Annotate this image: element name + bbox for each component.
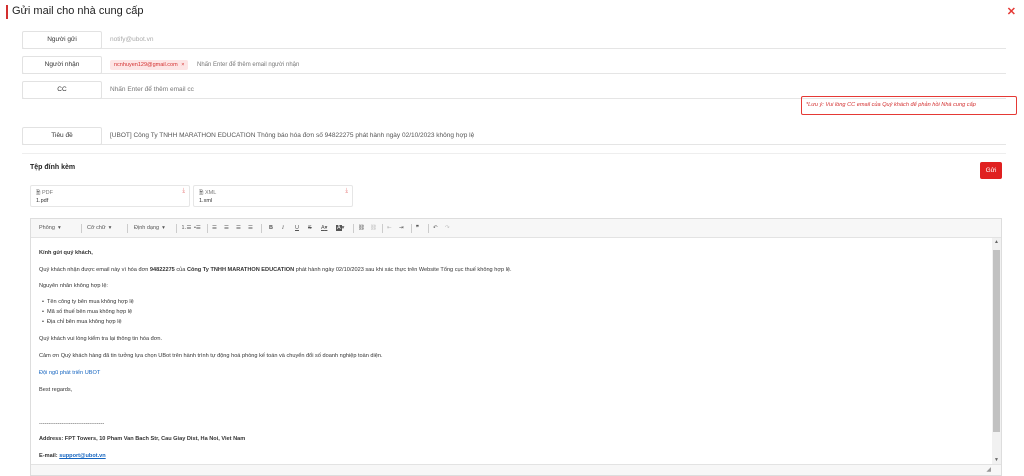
align-center-icon[interactable]: ☰	[224, 219, 229, 238]
list-item: Địa chỉ bên mua không hợp lệ	[42, 319, 122, 325]
align-justify-icon[interactable]: ☰	[248, 219, 253, 238]
address: Address: FPT Towers, 10 Pham Van Bach St…	[39, 436, 246, 442]
list-item: Mã số thuế bên mua không hợp lệ	[42, 309, 132, 315]
align-left-icon[interactable]: ☰	[212, 219, 217, 238]
subject-label: Tiêu đề	[22, 127, 102, 145]
team-signature: Đội ngũ phát triển UBOT	[39, 370, 101, 376]
sender-field[interactable]: notify@ubot.vn	[110, 31, 153, 49]
scroll-down-icon[interactable]: ▼	[993, 457, 1000, 463]
ordered-list-icon[interactable]: ⒈☰	[181, 219, 191, 238]
file-type: 🗎 PDF	[36, 190, 53, 196]
recipient-input[interactable]: Nhấn Enter để thêm email người nhận	[197, 56, 299, 74]
file-name: 1.pdf	[36, 198, 49, 204]
regards: Best regards,	[39, 387, 73, 393]
font-color-button[interactable]: A▾	[321, 219, 327, 238]
recipient-chip: ncnhuyen129@gmail.com ×	[110, 60, 189, 70]
underline-button[interactable]: U	[295, 219, 299, 238]
unlink-icon[interactable]: ⛓	[370, 219, 377, 238]
format-select[interactable]: Định dạng ▾	[134, 219, 165, 238]
font-family-select[interactable]: Phông ▾	[39, 219, 61, 238]
editor-toolbar: Phông ▾ Cỡ chữ ▾ Định dạng ▾ ⒈☰ •☰ ☰ ☰ ☰…	[31, 219, 1001, 238]
list-item: Tên công ty bên mua không hợp lệ	[42, 299, 134, 305]
scroll-up-icon[interactable]: ▲	[993, 239, 1000, 245]
file-type: 🗎 XML	[199, 190, 217, 196]
recipient-chip-email: ncnhuyen129@gmail.com	[114, 62, 178, 68]
recipient-row: Người nhận ncnhuyen129@gmail.com × Nhấn …	[22, 56, 1006, 74]
download-icon[interactable]: ⤓	[345, 188, 348, 195]
link-icon[interactable]: ⛓	[358, 219, 365, 238]
sender-row: Người gửi notify@ubot.vn	[22, 31, 1006, 49]
attachment-pdf[interactable]: 🗎 PDF 1.pdf ⤓	[30, 185, 190, 207]
attachment-xml[interactable]: 🗎 XML 1.xml ⤓	[193, 185, 353, 207]
file-icon: 🗎	[36, 190, 41, 196]
email-editor[interactable]: Phông ▾ Cỡ chữ ▾ Định dạng ▾ ⒈☰ •☰ ☰ ☰ ☰…	[30, 218, 1002, 476]
bold-button[interactable]: B	[269, 219, 273, 238]
editor-statusbar: ◢	[31, 464, 1001, 475]
divider: -----------------------------------	[39, 421, 105, 427]
greeting: Kính gửi quý khách,	[39, 250, 93, 256]
email-line: E-mail: support@ubot.vn	[39, 453, 106, 459]
subject-row: Tiêu đề [UBOT] Công Ty TNHH MARATHON EDU…	[22, 127, 1006, 145]
resize-handle-icon[interactable]: ◢	[986, 466, 991, 473]
editor-scrollbar[interactable]: ▲ ▼	[992, 238, 1001, 464]
italic-button[interactable]: I	[282, 219, 284, 238]
recipient-label: Người nhận	[22, 56, 102, 74]
intro-paragraph: Quý khách nhận được email này vì hóa đơn…	[39, 267, 512, 273]
undo-icon[interactable]: ↶	[433, 219, 438, 238]
modal-title: Gửi mail cho nhà cung cấp	[12, 5, 144, 17]
cc-input[interactable]: Nhấn Enter để thêm email cc	[110, 81, 194, 99]
outdent-icon[interactable]: ⇤	[387, 219, 392, 238]
file-name: 1.xml	[199, 198, 213, 204]
blockquote-icon[interactable]: ❞	[416, 219, 419, 238]
modal-header: Gửi mail cho nhà cung cấp	[0, 0, 1024, 24]
attachments-title: Tệp đính kèm	[30, 164, 76, 171]
close-icon[interactable]: ✕	[1007, 7, 1016, 18]
cc-label: CC	[22, 81, 102, 99]
align-right-icon[interactable]: ☰	[236, 219, 241, 238]
cc-note: *Lưu ý: Vui lòng CC email của Quý khách …	[801, 96, 1017, 115]
download-icon[interactable]: ⤓	[182, 188, 185, 195]
redo-icon[interactable]: ↷	[445, 219, 450, 238]
reason-title: Nguyên nhân không hợp lệ:	[39, 283, 108, 289]
strikethrough-button[interactable]: S	[308, 219, 312, 238]
font-size-select[interactable]: Cỡ chữ ▾	[87, 219, 111, 238]
title-accent-bar	[6, 5, 8, 19]
indent-icon[interactable]: ⇥	[399, 219, 404, 238]
chip-remove-icon[interactable]: ×	[181, 62, 184, 68]
subject-input[interactable]: [UBOT] Công Ty TNHH MARATHON EDUCATION T…	[110, 127, 474, 145]
scroll-thumb[interactable]	[993, 250, 1000, 432]
sender-label: Người gửi	[22, 31, 102, 49]
bullet-list-icon[interactable]: •☰	[194, 219, 201, 238]
send-button[interactable]: Gửi	[980, 162, 1002, 179]
bg-color-button[interactable]: A▾	[336, 219, 344, 238]
support-email-link[interactable]: support@ubot.vn	[59, 453, 105, 459]
file-icon: 🗎	[199, 190, 204, 196]
thanks-paragraph: Cảm ơn Quý khách hàng đã tin tưởng lựa c…	[39, 353, 383, 359]
check-paragraph: Quý khách vui lòng kiểm tra lại thông ti…	[39, 336, 163, 342]
